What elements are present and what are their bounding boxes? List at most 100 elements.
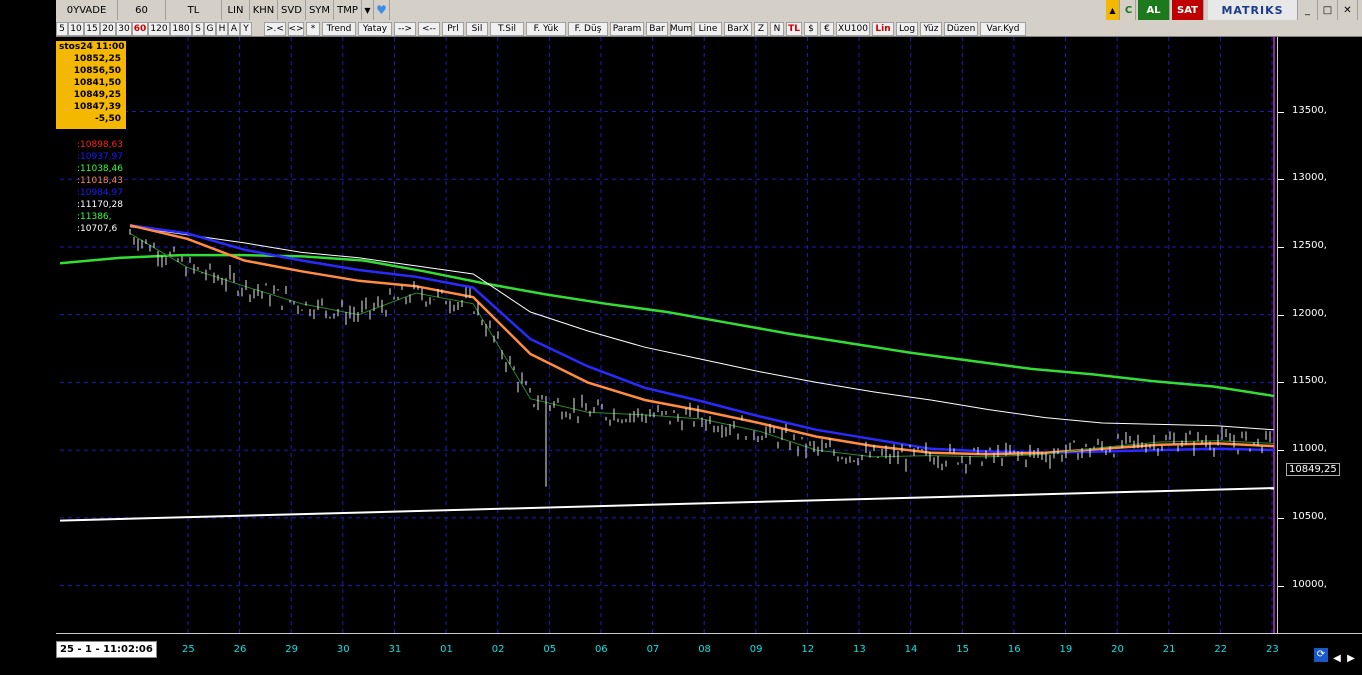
tool-var-kyd-button[interactable]: Var.Kyd [980,22,1026,36]
tool--button[interactable]: * [306,22,320,36]
indicator-label: :11038,46 [77,164,123,174]
tool--button[interactable]: >.< [264,22,286,36]
y-tick-mark [1278,517,1284,519]
x-tick-label: 31 [388,644,402,655]
x-tick-label: 20 [1111,644,1124,655]
period-180[interactable]: 180 [170,22,192,36]
period-y[interactable]: Y [240,22,252,36]
bird-icon[interactable]: ♥ [374,0,390,20]
y-tick-label: 12500, [1292,239,1327,251]
x-tick-label: 06 [594,644,608,655]
tool-tl-button[interactable]: TL [786,22,802,36]
close-button[interactable]: ✕ [1338,0,1358,20]
scroll-right-icon[interactable]: ▶ [1344,652,1358,666]
period-s[interactable]: S [192,22,204,36]
period-10[interactable]: 10 [68,22,84,36]
tool-param-button[interactable]: Param [610,22,644,36]
x-tick-label: 13 [853,644,866,655]
info-close: 10849,25 [73,90,121,100]
tool-yatay-button[interactable]: Yatay [358,22,392,36]
tool-bar-button[interactable]: Bar [646,22,668,36]
x-tick-label: 07 [646,644,660,655]
y-tick-mark [1278,246,1284,248]
buy-button[interactable]: AL [1138,0,1170,20]
tool--button[interactable]: <> [288,22,304,36]
period-g[interactable]: G [204,22,216,36]
indicator-label: :10937,97 [77,152,123,162]
info-high: 10856,50 [73,66,121,76]
tool-f-d-button[interactable]: F. Düş [568,22,608,36]
chart-tools-bar: 5 10 15 20 30 60 120 180 S G H A Y >.< <> * Trend Yatay --… [56,22,1362,37]
lin-button[interactable]: LIN [222,0,250,20]
indicator-label: :11170,28 [77,200,123,210]
matriks-logo: MATRIKS [1208,0,1298,20]
y-tick-mark [1278,111,1284,113]
y-tick-label: 13000, [1292,172,1327,184]
refresh-icon[interactable]: C [1122,0,1136,20]
tool--button[interactable]: $ [804,22,818,36]
y-tick-label: 10000, [1292,578,1327,590]
tool-t-sil-button[interactable]: T.Sil [490,22,524,36]
info-open: 10852,25 [73,54,121,64]
sell-button[interactable]: SAT [1172,0,1204,20]
x-axis: 25 - 1 - 11:02:06 ⟳ ◀ ▶ 25 26 29 30 31 01 02 05… [56,633,1362,675]
tool-log-button[interactable]: Log [896,22,918,36]
khn-button[interactable]: KHN [250,0,278,20]
svd-button[interactable]: SVD [278,0,306,20]
indicator-label: :10707,6 [77,224,118,234]
scroll-left-icon[interactable]: ◀ [1330,652,1344,666]
minimize-button[interactable]: _ [1298,0,1318,20]
x-tick-label: 15 [956,644,970,655]
tool-trend-button[interactable]: Trend [322,22,356,36]
tool-prl-button[interactable]: Prl [442,22,464,36]
info-date: stos24 11:00 [59,42,125,52]
tool--button[interactable]: € [820,22,834,36]
chart-icon[interactable]: ▲ [1106,0,1120,20]
chevron-down-icon[interactable]: ▼ [362,0,374,20]
period-a[interactable]: A [228,22,240,36]
maximize-button[interactable]: □ [1318,0,1338,20]
tool-sil-button[interactable]: Sil [466,22,488,36]
indicator-label: :11018,43 [77,176,123,186]
period-120[interactable]: 120 [148,22,170,36]
indicator-label: :11386, [77,212,112,222]
period-60[interactable]: 60 [132,22,148,36]
symbol-tab[interactable]: 0YVADE [56,0,118,20]
tool-d-zen-button[interactable]: Düzen [944,22,978,36]
info-low: 10841,50 [73,78,121,88]
currency-tab[interactable]: TL [166,0,222,20]
y-tick-mark [1278,585,1284,587]
tool--button[interactable]: <-- [418,22,440,36]
period-h[interactable]: H [216,22,228,36]
ma-line [59,253,1275,398]
period-30[interactable]: 30 [116,22,132,36]
y-tick-mark [1278,314,1284,316]
support-trendline [59,487,1275,522]
ohlc-info-box: stos24 11:00 10852,25 10856,50 10841,50 … [56,41,126,129]
tool--button[interactable]: --> [394,22,416,36]
tool-n-button[interactable]: N [770,22,784,36]
y-tick-mark [1278,179,1284,181]
tool-lin-button[interactable]: Lin [872,22,894,36]
tmp-button[interactable]: TMP [334,0,362,20]
tool-barx-button[interactable]: BarX [724,22,752,36]
chart-window: 0YVADE 60 TL LIN KHN SVD SYM TMP ▼ ♥ ▲ C… [56,0,1362,675]
tool-y-z-button[interactable]: Yüz [920,22,942,36]
y-tick-mark [1278,450,1284,452]
tool-f-y-k-button[interactable]: F. Yük [526,22,566,36]
x-tick-label: 16 [1007,644,1021,655]
settings-icon[interactable]: ⟳ [1314,648,1328,662]
y-tick-mark [1278,382,1284,384]
price-chart[interactable] [59,37,1276,633]
last-price-label: 10849,25 [1286,462,1340,476]
sym-button[interactable]: SYM [306,0,334,20]
period-15[interactable]: 15 [84,22,100,36]
tool-z-button[interactable]: Z [754,22,768,36]
tool-line-button[interactable]: Line [694,22,722,36]
period-20[interactable]: 20 [100,22,116,36]
period-5[interactable]: 5 [56,22,68,36]
period-tab[interactable]: 60 [118,0,166,20]
main-toolbar: 0YVADE 60 TL LIN KHN SVD SYM TMP ▼ ♥ ▲ C… [56,0,1362,23]
tool-xu100-button[interactable]: XU100 [836,22,870,36]
tool-mum-button[interactable]: Mum [670,22,692,36]
